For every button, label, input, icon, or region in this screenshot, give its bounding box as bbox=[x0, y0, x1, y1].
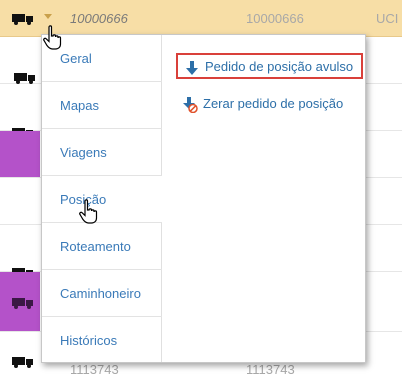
menu-item-posicao[interactable]: Posição bbox=[42, 176, 162, 223]
vehicle-icon-cell bbox=[0, 178, 40, 252]
vehicle-icon-cell bbox=[0, 131, 40, 198]
truck-icon bbox=[12, 357, 33, 368]
truck-icon bbox=[14, 73, 35, 84]
cancel-arrow-icon bbox=[183, 97, 198, 113]
vehicle-code: 10000666 bbox=[246, 11, 304, 26]
menu-categories: Geral Mapas Viagens Posição Roteamento C… bbox=[42, 35, 162, 362]
menu-item-mapas[interactable]: Mapas bbox=[42, 82, 162, 129]
hand-cursor-icon bbox=[79, 199, 98, 224]
action-label: Zerar pedido de posição bbox=[203, 96, 344, 111]
vehicle-id: 1113743 bbox=[70, 362, 119, 377]
arrow-down-icon bbox=[186, 61, 198, 75]
chevron-down-icon[interactable] bbox=[44, 14, 52, 19]
truck-icon bbox=[12, 14, 33, 25]
action-label: Pedido de posição avulso bbox=[205, 59, 354, 74]
vehicle-code: 1113743 bbox=[246, 362, 295, 377]
truck-icon bbox=[12, 298, 33, 309]
menu-item-roteamento[interactable]: Roteamento bbox=[42, 223, 162, 270]
hand-cursor-icon bbox=[43, 25, 62, 50]
vehicle-id: 10000666 bbox=[70, 11, 128, 26]
vehicle-icon-cell bbox=[0, 272, 40, 331]
pedido-posicao-avulso-button[interactable]: Pedido de posição avulso bbox=[176, 53, 364, 79]
menu-item-caminhoneiro[interactable]: Caminhoneiro bbox=[42, 270, 162, 317]
vehicle-extra: UCI bbox=[376, 11, 399, 26]
vehicle-icon-cell bbox=[0, 0, 40, 36]
vehicle-icon-cell bbox=[0, 332, 40, 371]
menu-item-historicos[interactable]: Históricos bbox=[42, 317, 162, 364]
vehicle-icon-cell bbox=[0, 225, 40, 279]
menu-item-viagens[interactable]: Viagens bbox=[42, 129, 162, 176]
vehicle-icon-cell bbox=[0, 37, 40, 84]
zerar-pedido-posicao-button[interactable]: Zerar pedido de posição bbox=[176, 92, 351, 118]
vehicle-icon-cell bbox=[0, 84, 40, 139]
